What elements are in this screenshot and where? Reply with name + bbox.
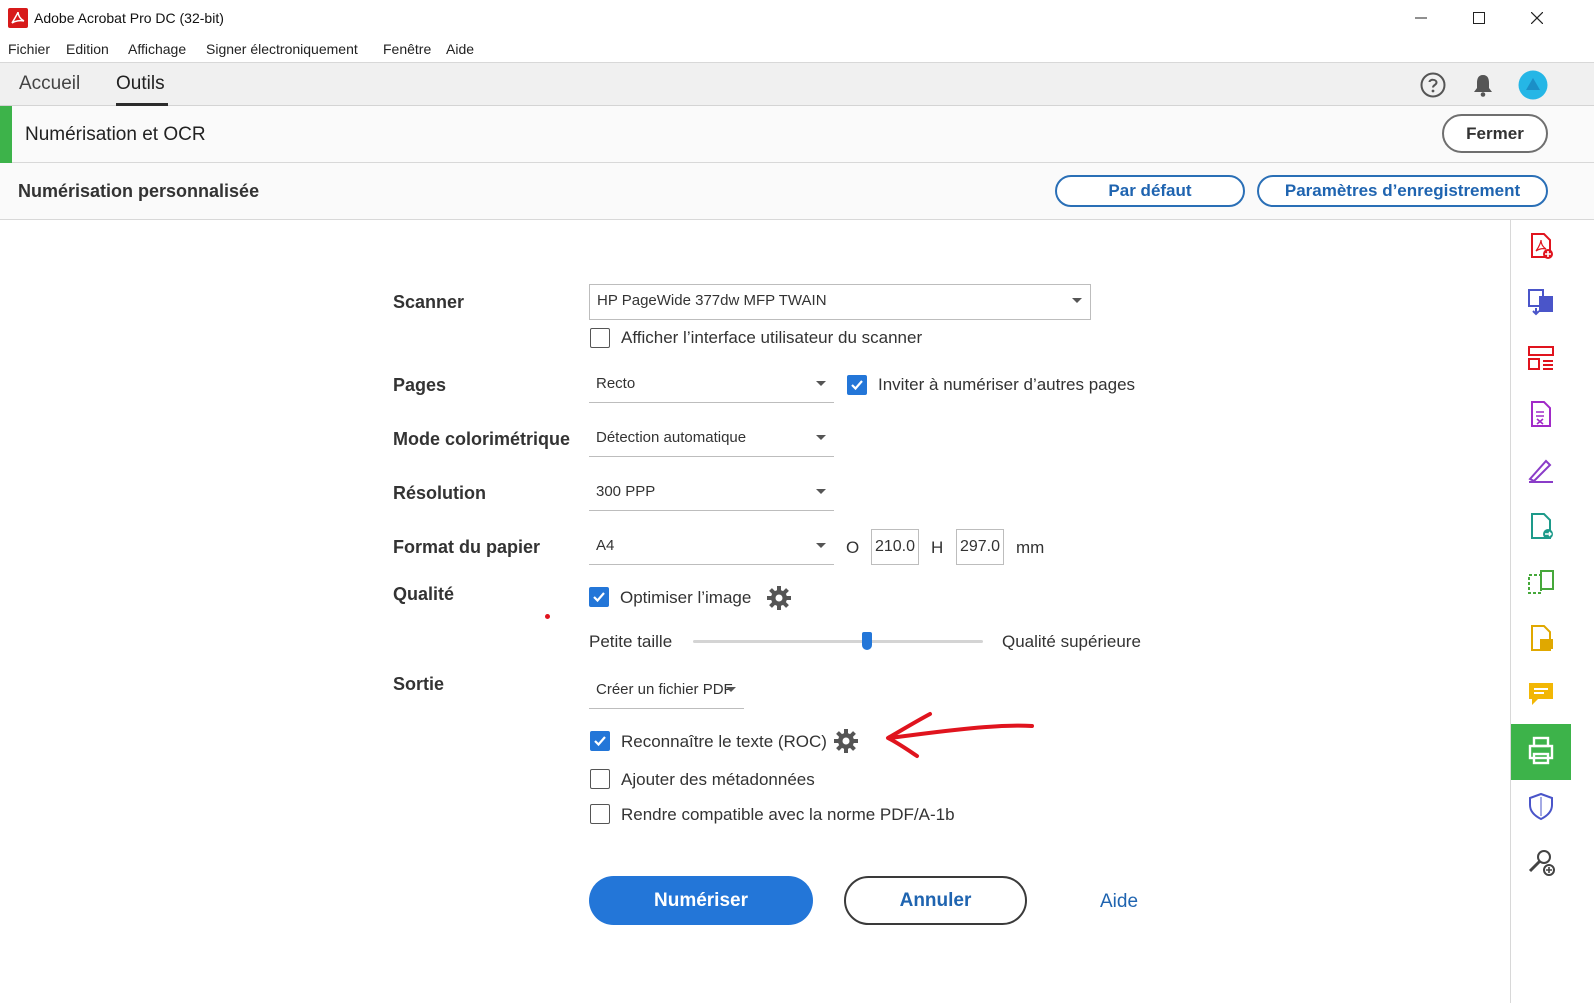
paper-height-input[interactable]: 297.0 bbox=[956, 529, 1004, 565]
tab-outils[interactable]: Outils bbox=[116, 73, 165, 95]
resolution-label: Résolution bbox=[393, 483, 486, 503]
window-title: Adobe Acrobat Pro DC (32-bit) bbox=[34, 10, 224, 26]
ocr-label: Reconnaître le texte (ROC) bbox=[621, 732, 827, 751]
comment-icon[interactable] bbox=[1525, 678, 1557, 710]
output-label: Sortie bbox=[393, 674, 445, 694]
help-icon[interactable] bbox=[1417, 69, 1449, 101]
quality-slider-track[interactable] bbox=[693, 640, 983, 643]
close-tool-button[interactable]: Fermer bbox=[1442, 114, 1548, 153]
menu-fichier[interactable]: Fichier bbox=[8, 41, 50, 57]
chevron-down-icon bbox=[726, 687, 736, 692]
slider-max-label: Qualité supérieure bbox=[1002, 632, 1141, 651]
save-settings-button[interactable]: Paramètres d’enregistrement bbox=[1257, 175, 1548, 207]
chevron-down-icon bbox=[816, 543, 826, 548]
title-bar: Adobe Acrobat Pro DC (32-bit) bbox=[0, 0, 1594, 36]
close-window-button[interactable] bbox=[1508, 0, 1566, 36]
scanner-dropdown[interactable]: HP PageWide 377dw MFP TWAIN bbox=[589, 284, 1091, 320]
pages-value: Recto bbox=[596, 375, 636, 392]
paper-format-value: A4 bbox=[596, 537, 615, 554]
minimize-button[interactable] bbox=[1392, 0, 1450, 36]
annotation-dot bbox=[545, 614, 550, 619]
tool-title: Numérisation et OCR bbox=[25, 124, 206, 145]
default-button[interactable]: Par défaut bbox=[1055, 175, 1245, 207]
optimize-image-label: Optimiser l’image bbox=[620, 588, 752, 607]
tab-accueil[interactable]: Accueil bbox=[19, 73, 80, 95]
output-dropdown[interactable]: Créer un fichier PDF bbox=[589, 674, 744, 709]
show-scanner-ui-label: Afficher l’interface utilisateur du scan… bbox=[621, 328, 923, 347]
scanner-label: Scanner bbox=[393, 292, 465, 312]
pages-label: Pages bbox=[393, 375, 447, 395]
resolution-dropdown[interactable]: 300 PPP bbox=[589, 476, 834, 511]
annotation-arrow-icon bbox=[886, 712, 1034, 758]
optimize-settings-gear-icon[interactable] bbox=[766, 585, 792, 611]
paper-format-label: Format du papier bbox=[393, 537, 541, 557]
tool-header: Numérisation et OCR Fermer bbox=[0, 106, 1594, 163]
menu-fenetre[interactable]: Fenêtre bbox=[383, 41, 431, 57]
chevron-down-icon bbox=[816, 435, 826, 440]
menu-bar: Fichier Edition Affichage Signer électro… bbox=[0, 36, 1594, 62]
fill-sign-icon[interactable] bbox=[1525, 454, 1557, 486]
color-mode-label: Mode colorimétrique bbox=[393, 429, 571, 449]
quality-slider-thumb[interactable] bbox=[862, 632, 872, 650]
maximize-button[interactable] bbox=[1450, 0, 1508, 36]
help-link[interactable]: Aide bbox=[1100, 891, 1138, 913]
more-tools-icon[interactable] bbox=[1525, 846, 1557, 878]
pdfa-label: Rendre compatible avec la norme PDF/A-1b bbox=[621, 805, 955, 824]
menu-aide[interactable]: Aide bbox=[446, 41, 474, 57]
protect-icon[interactable] bbox=[1525, 790, 1557, 822]
chevron-down-icon bbox=[816, 489, 826, 494]
menu-signer[interactable]: Signer électroniquement bbox=[206, 41, 358, 57]
quality-label: Qualité bbox=[393, 584, 455, 604]
combine-files-icon[interactable] bbox=[1525, 286, 1557, 318]
cancel-button[interactable]: Annuler bbox=[844, 876, 1027, 925]
height-label: H bbox=[931, 538, 944, 557]
user-avatar[interactable] bbox=[1517, 69, 1549, 101]
prompt-more-pages-label: Inviter à numériser d’autres pages bbox=[878, 375, 1136, 394]
send-for-review-icon[interactable] bbox=[1525, 510, 1557, 542]
scan-ocr-icon[interactable] bbox=[1525, 734, 1557, 766]
metadata-checkbox[interactable] bbox=[590, 769, 610, 789]
comment-file-icon[interactable] bbox=[1525, 622, 1557, 654]
export-pdf-icon[interactable] bbox=[1525, 398, 1557, 430]
pages-dropdown[interactable]: Recto bbox=[589, 368, 834, 403]
paper-format-dropdown[interactable]: A4 bbox=[589, 530, 834, 565]
unit-label: mm bbox=[1016, 538, 1045, 557]
ocr-settings-gear-icon[interactable] bbox=[833, 728, 859, 754]
prompt-more-pages-checkbox[interactable] bbox=[847, 375, 867, 395]
output-value: Créer un fichier PDF bbox=[596, 681, 733, 698]
scanner-value: HP PageWide 377dw MFP TWAIN bbox=[597, 292, 827, 309]
show-scanner-ui-checkbox[interactable] bbox=[590, 328, 610, 348]
orientation-label: O bbox=[846, 538, 860, 557]
create-pdf-icon[interactable] bbox=[1525, 230, 1557, 262]
slider-min-label: Petite taille bbox=[589, 632, 673, 651]
pdfa-checkbox[interactable] bbox=[590, 804, 610, 824]
ocr-checkbox[interactable] bbox=[590, 731, 610, 751]
metadata-label: Ajouter des métadonnées bbox=[621, 770, 815, 789]
custom-scan-title: Numérisation personnalisée bbox=[18, 181, 260, 201]
sub-header: Numérisation personnalisée Par défaut Pa… bbox=[0, 163, 1594, 220]
right-tools-pane bbox=[1510, 220, 1594, 1003]
tool-color-strip bbox=[0, 106, 12, 163]
scan-button[interactable]: Numériser bbox=[589, 876, 813, 925]
optimize-image-checkbox[interactable] bbox=[589, 587, 609, 607]
resolution-value: 300 PPP bbox=[596, 483, 656, 500]
color-mode-value: Détection automatique bbox=[596, 429, 747, 446]
bell-icon[interactable] bbox=[1467, 69, 1499, 101]
chevron-down-icon bbox=[1072, 298, 1082, 303]
paper-width-input[interactable]: 210.0 bbox=[871, 529, 919, 565]
compare-icon[interactable] bbox=[1525, 566, 1557, 598]
acrobat-logo-icon bbox=[8, 8, 28, 28]
menu-edition[interactable]: Edition bbox=[66, 41, 109, 57]
organize-pages-icon[interactable] bbox=[1525, 342, 1557, 374]
chevron-down-icon bbox=[816, 381, 826, 386]
menu-affichage[interactable]: Affichage bbox=[128, 41, 186, 57]
color-mode-dropdown[interactable]: Détection automatique bbox=[589, 422, 834, 457]
tabs-bar: Accueil Outils bbox=[0, 62, 1594, 106]
